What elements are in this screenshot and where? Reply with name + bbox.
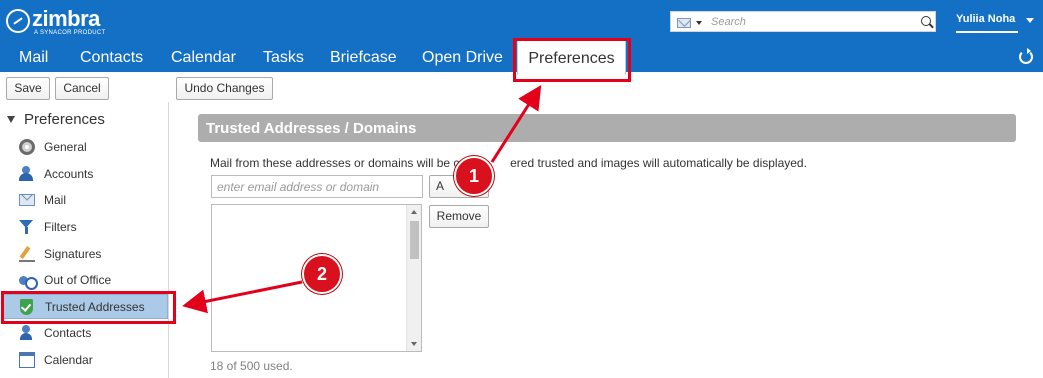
sidebar-item-label: Out of Office [44, 273, 112, 287]
search-box [670, 11, 936, 32]
accounts-icon [19, 166, 35, 182]
zimbra-logo[interactable]: zimbra A SYNACOR PRODUCT [6, 6, 128, 38]
scroll-down-icon[interactable] [411, 342, 417, 346]
signature-icon [19, 246, 35, 262]
sidebar-item-label: Mail [44, 193, 67, 207]
search-input[interactable] [711, 14, 911, 30]
tab-contacts[interactable]: Contacts [80, 49, 143, 67]
cancel-button[interactable]: Cancel [55, 77, 109, 100]
undo-changes-button[interactable]: Undo Changes [176, 77, 273, 100]
address-input[interactable] [211, 175, 423, 198]
description-start: Mail from these addresses or domains wil… [210, 156, 467, 170]
collapse-triangle-icon[interactable] [7, 116, 15, 123]
out-of-office-icon [19, 272, 38, 290]
user-menu-chevron-down-icon[interactable] [1026, 18, 1034, 23]
chevron-down-icon [696, 21, 702, 25]
calendar-icon [19, 352, 35, 368]
sidebar-item-out-of-office[interactable]: Out of Office [0, 267, 168, 293]
sidebar-item-signatures[interactable]: Signatures [0, 241, 168, 267]
sidebar-divider [168, 102, 169, 378]
sidebar-item-calendar[interactable]: Calendar [0, 347, 168, 373]
highlight-box-preferences-tab [513, 38, 631, 82]
sidebar-item-label: Accounts [44, 167, 94, 181]
scroll-up-icon[interactable] [411, 210, 417, 214]
user-menu-underline [956, 31, 1018, 33]
top-bar: zimbra A SYNACOR PRODUCT Yuliia Noha [0, 0, 1043, 43]
tab-open-drive[interactable]: Open Drive [422, 49, 503, 67]
usage-count: 18 of 500 used. [210, 359, 293, 373]
search-icon[interactable] [921, 16, 931, 26]
tab-calendar[interactable]: Calendar [171, 49, 236, 67]
sidebar-heading[interactable]: Preferences [24, 111, 105, 128]
list-scrollbar[interactable] [406, 205, 421, 351]
contacts-icon [19, 325, 35, 341]
user-menu[interactable]: Yuliia Noha [956, 13, 1015, 25]
zimbra-logo-mark-icon [6, 9, 30, 33]
logo-word: zimbra [32, 6, 100, 31]
callout-badge-1: 1 [454, 156, 494, 196]
envelope-icon [677, 18, 691, 28]
mail-icon [19, 194, 35, 206]
tab-tasks[interactable]: Tasks [263, 49, 304, 67]
sidebar-item-label: Calendar [44, 353, 93, 367]
tab-briefcase[interactable]: Briefcase [330, 49, 397, 67]
scroll-thumb[interactable] [410, 221, 419, 259]
sidebar-item-label: Signatures [44, 247, 102, 261]
section-header: Trusted Addresses / Domains [198, 114, 1016, 142]
gear-icon [19, 139, 35, 155]
filter-icon [19, 219, 35, 235]
sidebar-item-accounts[interactable]: Accounts [0, 161, 168, 187]
search-type-dropdown[interactable] [677, 16, 703, 29]
sidebar-item-filters[interactable]: Filters [0, 214, 168, 240]
sidebar-item-mail[interactable]: Mail [0, 187, 168, 213]
save-button[interactable]: Save [6, 77, 50, 100]
sidebar-item-label: Contacts [44, 326, 92, 340]
callout-badge-2: 2 [302, 254, 342, 294]
description-end: ered trusted and images will automatical… [510, 156, 807, 170]
sidebar-item-label: General [44, 140, 87, 154]
highlight-box-trusted-addresses [1, 291, 176, 324]
section-title: Trusted Addresses / Domains [206, 120, 417, 137]
trusted-description: Mail from these addresses or domains wil… [210, 156, 807, 170]
logo-subtitle: A SYNACOR PRODUCT [34, 30, 106, 36]
sidebar-item-general[interactable]: General [0, 134, 168, 160]
tab-mail[interactable]: Mail [19, 49, 48, 67]
sidebar-item-label: Filters [44, 220, 77, 234]
remove-button[interactable]: Remove [429, 205, 489, 228]
refresh-icon[interactable] [1019, 48, 1033, 64]
